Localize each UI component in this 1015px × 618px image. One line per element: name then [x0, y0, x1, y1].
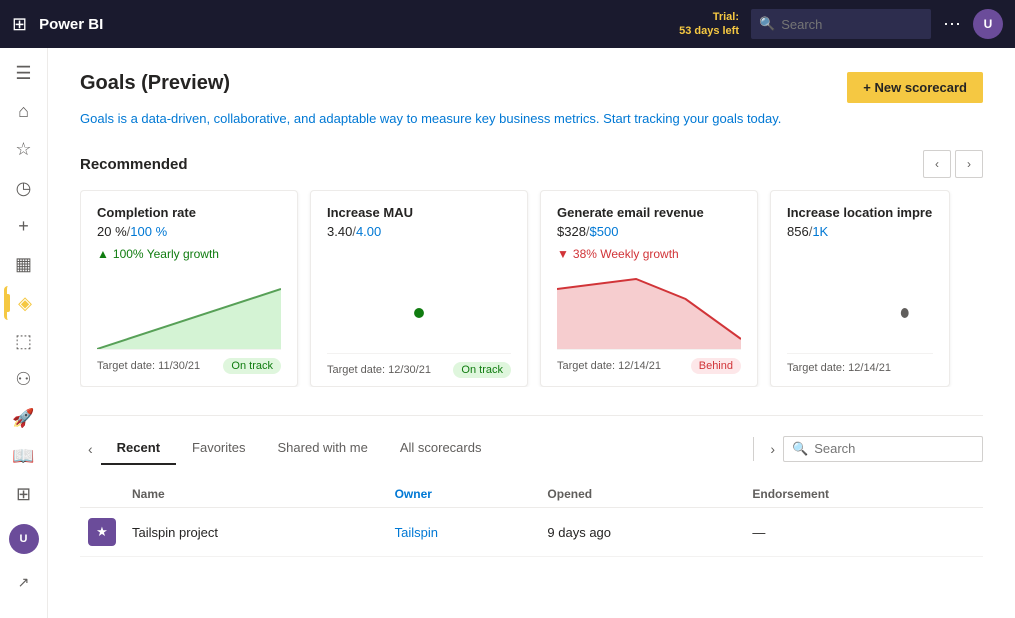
col-endorsement: Endorsement — [744, 481, 983, 508]
sidebar-item-people[interactable]: ⚇ — [4, 363, 44, 397]
grid-icon[interactable]: ⊞ — [12, 14, 27, 35]
card-footer: Target date: 12/14/21 — [787, 353, 933, 382]
tabs-section: ‹ Recent Favorites Shared with me All sc… — [80, 415, 983, 557]
card-value: 3.40/4.00 — [327, 224, 511, 239]
carousel-nav: ‹ › — [923, 150, 983, 178]
card-footer: Target date: 11/30/21 On track — [97, 349, 281, 382]
tabs-list: Recent Favorites Shared with me All scor… — [101, 432, 746, 465]
carousel-prev-button[interactable]: ‹ — [923, 150, 951, 178]
new-scorecard-button[interactable]: + New scorecard — [847, 72, 983, 103]
sidebar-item-home[interactable]: ⌂ — [4, 94, 44, 128]
recommended-title: Recommended — [80, 156, 188, 173]
card-trend — [787, 247, 933, 265]
trend-up-icon: ▲ — [97, 247, 109, 261]
card-value: 20 %/100 % — [97, 224, 281, 239]
status-badge: On track — [223, 358, 281, 374]
sidebar-item-goals[interactable]: ◈ — [4, 286, 44, 320]
col-name: Name — [124, 481, 387, 508]
search-input[interactable] — [781, 17, 923, 32]
tab-all-scorecards[interactable]: All scorecards — [384, 432, 498, 465]
main-content: Goals (Preview) + New scorecard Goals is… — [48, 48, 1015, 618]
col-icon — [80, 481, 124, 508]
more-options-icon[interactable]: ⋯ — [943, 14, 961, 35]
table-row[interactable]: ★ Tailspin project Tailspin 9 days ago — — [80, 508, 983, 557]
card-title: Increase location impre — [787, 205, 933, 220]
card-trend — [327, 247, 511, 265]
tab-recent[interactable]: Recent — [101, 432, 176, 465]
tabs-prev-button[interactable]: ‹ — [80, 437, 101, 461]
row-endorsement-cell: — — [744, 508, 983, 557]
chart-svg — [557, 269, 741, 349]
card-trend: ▲ 100% Yearly growth — [97, 247, 281, 261]
app-logo: Power BI — [39, 16, 667, 33]
card-chart — [557, 269, 741, 349]
chart-svg — [327, 273, 511, 353]
page-header: Goals (Preview) + New scorecard — [80, 72, 983, 103]
search-icon: 🔍 — [759, 16, 775, 32]
topnav: ⊞ Power BI Trial: 53 days left 🔍 ⋯ U — [0, 0, 1015, 48]
target-date: Target date: 12/14/21 — [557, 360, 661, 372]
row-opened-cell: 9 days ago — [539, 508, 744, 557]
status-badge: Behind — [691, 358, 741, 374]
sidebar-item-create[interactable]: + — [4, 209, 44, 243]
sidebar-item-recent[interactable]: ◷ — [4, 171, 44, 205]
row-icon-cell: ★ — [80, 508, 124, 557]
card-chart — [97, 269, 281, 349]
col-owner: Owner — [387, 481, 540, 508]
card-completion-rate[interactable]: Completion rate 20 %/100 % ▲ 100% Yearly… — [80, 190, 298, 387]
card-value: $328/$500 — [557, 224, 741, 239]
chart-svg — [787, 273, 933, 353]
global-search[interactable]: 🔍 — [751, 9, 931, 39]
sidebar-item-datasets[interactable]: ▦ — [4, 248, 44, 282]
row-name-cell: Tailspin project — [124, 508, 387, 557]
sidebar-external-link[interactable]: ↗ — [4, 562, 44, 602]
recommended-cards: Completion rate 20 %/100 % ▲ 100% Yearly… — [80, 190, 983, 387]
card-email-revenue[interactable]: Generate email revenue $328/$500 ▼ 38% W… — [540, 190, 758, 387]
trend-down-icon: ▼ — [557, 247, 569, 261]
tab-favorites[interactable]: Favorites — [176, 432, 261, 465]
recommended-section-header: Recommended ‹ › — [80, 150, 983, 178]
card-title: Increase MAU — [327, 205, 511, 220]
sidebar-item-menu[interactable]: ☰ — [4, 56, 44, 90]
sidebar-item-metrics[interactable]: ⬚ — [4, 324, 44, 358]
tabs-header: ‹ Recent Favorites Shared with me All sc… — [80, 432, 983, 465]
card-footer: Target date: 12/30/21 On track — [327, 353, 511, 386]
card-increase-mau[interactable]: Increase MAU 3.40/4.00 Target date: 12/3… — [310, 190, 528, 387]
card-title: Completion rate — [97, 205, 281, 220]
status-badge: On track — [453, 362, 511, 378]
target-date: Target date: 11/30/21 — [97, 360, 200, 372]
tabs-next-button[interactable]: › — [762, 437, 783, 461]
tab-search-input[interactable] — [814, 441, 974, 456]
card-value: 856/1K — [787, 224, 933, 239]
sidebar-item-workspaces[interactable]: ⊞ — [4, 478, 44, 512]
card-chart — [787, 273, 933, 353]
tab-shared-with-me[interactable]: Shared with me — [262, 432, 384, 465]
row-owner-cell: Tailspin — [387, 508, 540, 557]
target-date: Target date: 12/30/21 — [327, 364, 431, 376]
sidebar-item-learn[interactable]: 📖 — [4, 439, 44, 473]
carousel-next-button[interactable]: › — [955, 150, 983, 178]
sidebar: ☰ ⌂ ☆ ◷ + ▦ ◈ ⬚ ⚇ 🚀 📖 ⊞ U ↗ — [0, 48, 48, 618]
sidebar-avatar[interactable]: U — [9, 524, 39, 554]
sidebar-item-deploy[interactable]: 🚀 — [4, 401, 44, 435]
chart-svg — [97, 269, 281, 349]
search-icon: 🔍 — [792, 441, 808, 457]
sidebar-item-favorites[interactable]: ☆ — [4, 133, 44, 167]
page-title: Goals (Preview) — [80, 72, 230, 95]
user-avatar[interactable]: U — [973, 9, 1003, 39]
target-date: Target date: 12/14/21 — [787, 362, 891, 374]
card-location-impressions[interactable]: Increase location impre 856/1K Target da… — [770, 190, 950, 387]
page-subtitle: Goals is a data-driven, collaborative, a… — [80, 111, 983, 126]
card-footer: Target date: 12/14/21 Behind — [557, 349, 741, 382]
tab-separator — [753, 437, 754, 461]
trial-info: Trial: 53 days left — [679, 10, 739, 39]
card-trend: ▼ 38% Weekly growth — [557, 247, 741, 261]
tab-search[interactable]: 🔍 — [783, 436, 983, 462]
col-opened: Opened — [539, 481, 744, 508]
card-chart — [327, 273, 511, 353]
card-title: Generate email revenue — [557, 205, 741, 220]
scorecard-icon: ★ — [88, 518, 116, 546]
scorecards-table: Name Owner Opened Endorsement ★ Tailspin… — [80, 481, 983, 557]
